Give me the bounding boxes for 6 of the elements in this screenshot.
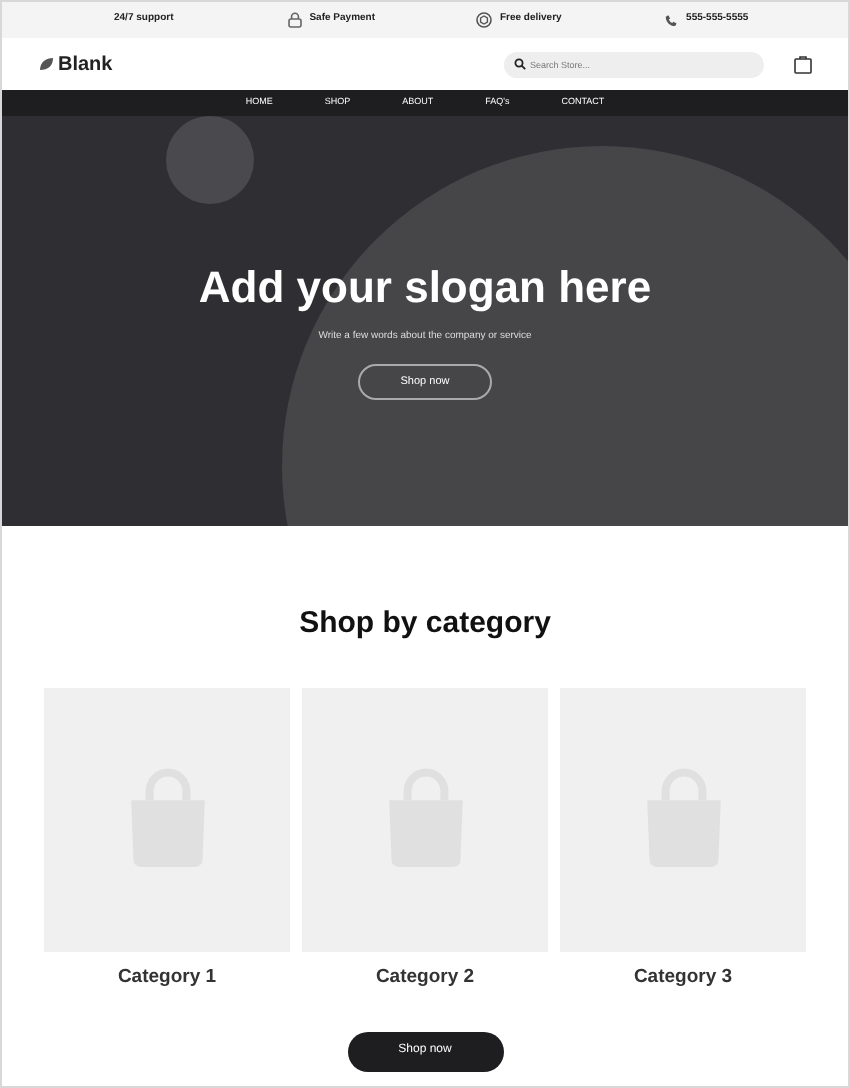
section-title: Shop by category [299, 604, 551, 644]
logo[interactable]: Blank [58, 49, 113, 79]
category-name[interactable]: Category 3 [633, 963, 733, 992]
category-name[interactable]: Category 1 [117, 963, 217, 992]
hero-title: Add your slogan here [198, 266, 652, 311]
category-name[interactable]: Category 2 [375, 963, 475, 992]
